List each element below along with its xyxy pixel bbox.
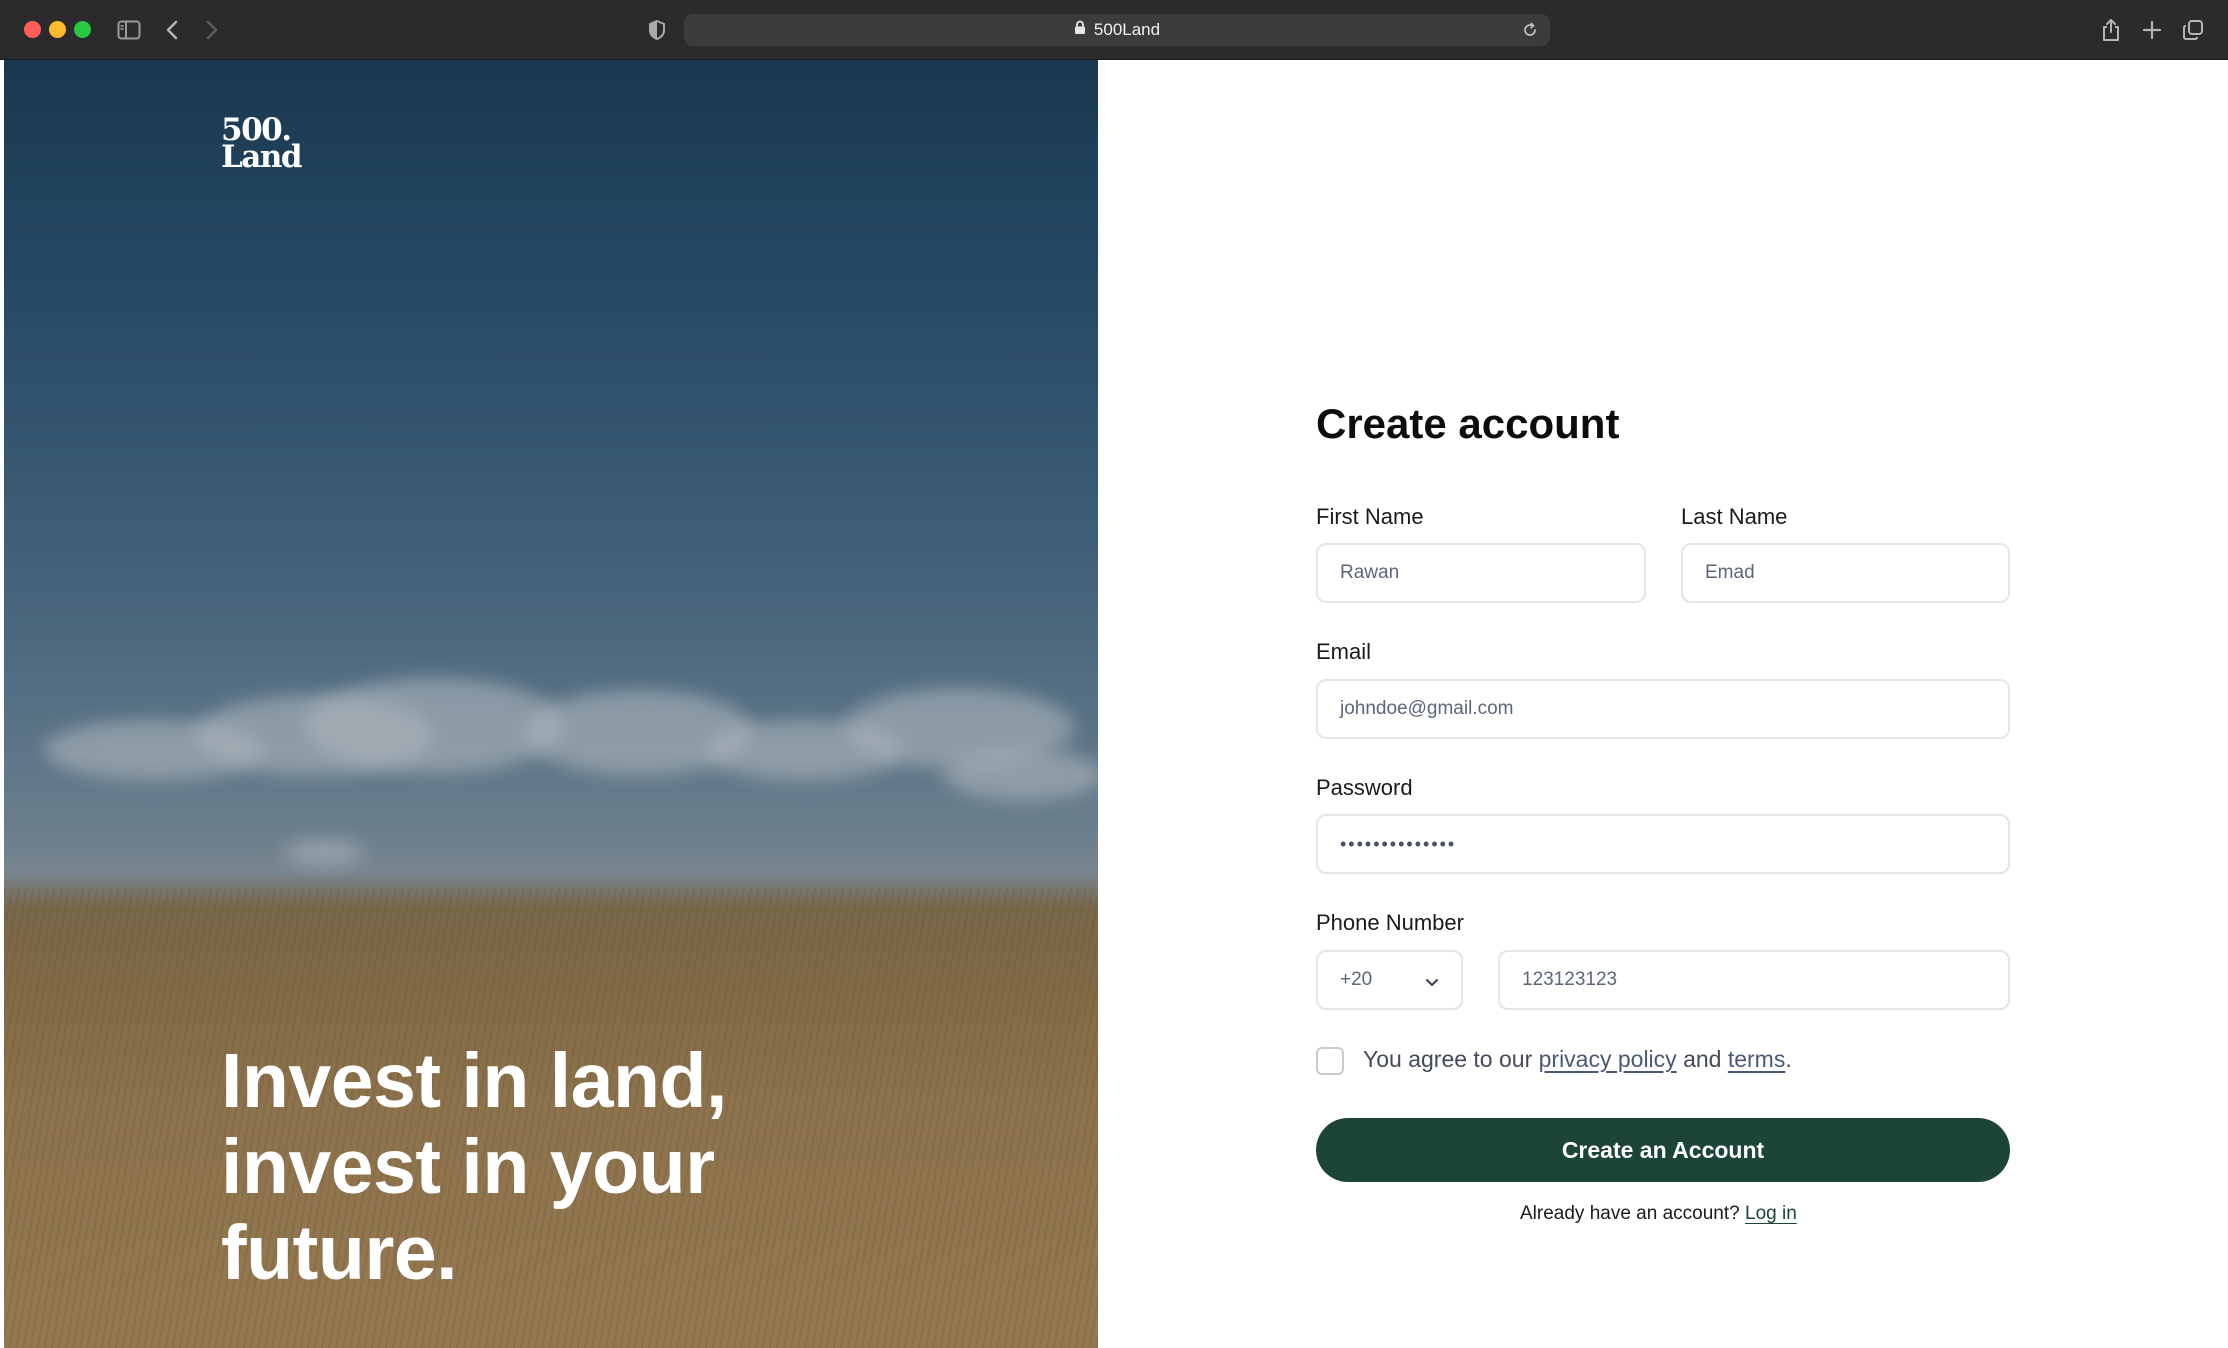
headline-line: future.	[221, 1210, 458, 1296]
hero-image: 500. Land Invest in land, invest in your…	[4, 60, 1098, 1348]
create-account-label: Create an Account	[1561, 1136, 1765, 1163]
country-code-select[interactable]: +20	[1316, 950, 1463, 1010]
first-name-value: Rawan	[1340, 562, 1400, 583]
email-value: johndoe@gmail.com	[1340, 698, 1514, 719]
logo-line: Land	[221, 139, 303, 175]
signup-form: Create account	[1316, 400, 2010, 460]
last-name-input[interactable]: Emad	[1681, 543, 2010, 603]
last-name-label: Last Name	[1681, 504, 1788, 529]
login-prompt-text: Already have an account?	[1520, 1203, 1740, 1224]
address-bar[interactable]: 500Land	[684, 14, 1550, 46]
agree-suffix: .	[1785, 1046, 1792, 1072]
chevron-right-icon[interactable]	[200, 14, 224, 46]
terms-link[interactable]: terms	[1728, 1046, 1786, 1072]
agree-text: You agree to our privacy policy and term…	[1363, 1046, 1792, 1073]
phone-label: Phone Number	[1316, 910, 1464, 935]
hero-headline: Invest in land, invest in your future.	[221, 1038, 941, 1296]
minimize-window-button[interactable]	[49, 21, 66, 38]
agree-prefix: You agree to our	[1363, 1046, 1533, 1072]
url-text: 500Land	[1093, 20, 1161, 39]
create-account-button[interactable]: Create an Account	[1316, 1118, 2010, 1182]
phone-number-value: 123123123	[1522, 969, 1618, 990]
login-link[interactable]: Log in	[1745, 1203, 1797, 1224]
chevron-down-icon	[1425, 972, 1439, 994]
email-label: Email	[1316, 639, 1372, 664]
password-label: Password	[1316, 775, 1413, 800]
phone-number-field[interactable]: 123123123	[1498, 950, 2010, 1010]
email-field[interactable]: johndoe@gmail.com	[1316, 679, 2010, 739]
brand-logo[interactable]: 500. Land	[221, 115, 303, 175]
page-title: Create account	[1316, 400, 1620, 447]
zoom-window-button[interactable]	[74, 21, 91, 38]
agree-and: and	[1683, 1046, 1722, 1072]
sidebar-icon[interactable]	[114, 14, 144, 46]
privacy-policy-link[interactable]: privacy policy	[1539, 1046, 1677, 1072]
plus-icon[interactable]	[2138, 14, 2166, 46]
tabs-icon[interactable]	[2178, 14, 2208, 46]
headline-line: Invest in land,	[221, 1038, 727, 1124]
reload-icon[interactable]	[1520, 20, 1540, 40]
country-code-value: +20	[1340, 969, 1373, 990]
agree-checkbox[interactable]	[1316, 1047, 1344, 1075]
lock-icon	[1074, 20, 1086, 40]
password-value: ••••••••••••••	[1340, 833, 1457, 854]
last-name-value: Emad	[1705, 562, 1755, 583]
close-window-button[interactable]	[24, 21, 41, 38]
share-icon[interactable]	[2097, 14, 2125, 46]
first-name-input[interactable]: Rawan	[1316, 543, 1646, 603]
first-name-label: First Name	[1316, 504, 1424, 529]
shield-icon[interactable]	[645, 14, 669, 46]
headline-line: invest in your	[221, 1124, 715, 1210]
password-field[interactable]: ••••••••••••••	[1316, 814, 2010, 874]
login-prompt: Already have an account? Log in	[1520, 1203, 1797, 1225]
browser-toolbar: 500Land	[0, 0, 2228, 60]
chevron-left-icon[interactable]	[160, 14, 184, 46]
